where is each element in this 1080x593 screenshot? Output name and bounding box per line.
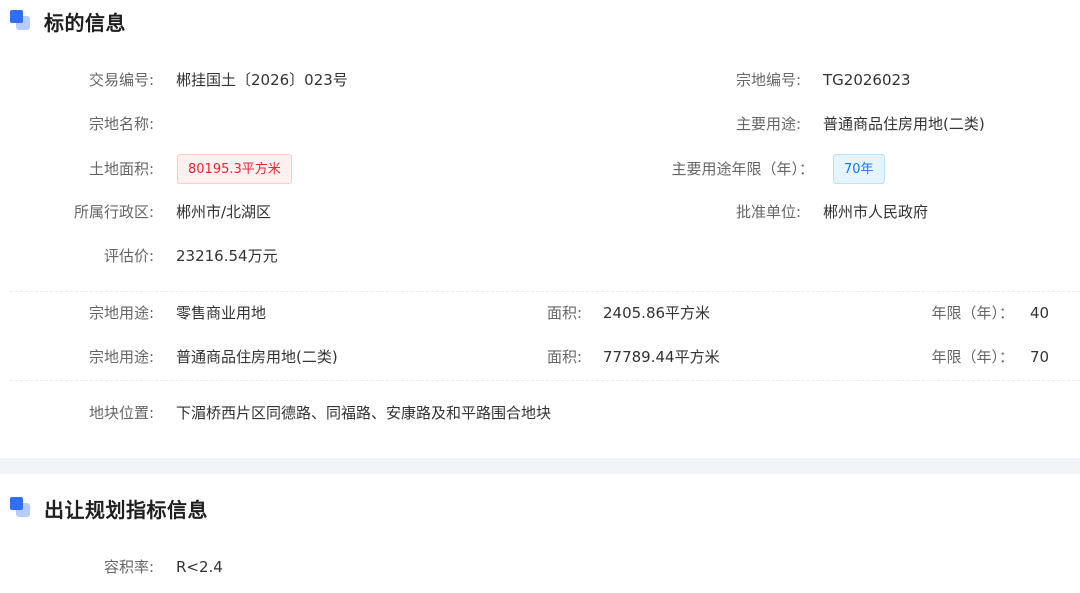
district-value: 郴州市/北湖区 xyxy=(176,203,272,221)
valuation-label: 评估价: xyxy=(103,247,154,265)
plot-ratio-label: 容积率: xyxy=(103,558,154,576)
plot-ratio-value: R<2.4 xyxy=(176,558,223,576)
planning-indicator-section: 出让规划指标信息 容积率: R<2.4 xyxy=(0,474,1080,593)
years-value: 40 xyxy=(1030,304,1050,322)
use-value: 零售商业用地 xyxy=(176,304,267,322)
section-header: 标的信息 xyxy=(10,6,126,36)
location-row: 地块位置: 下湄桥西片区同德路、同福路、安康路及和平路围合地块 xyxy=(0,398,1080,428)
use-value: 普通商品住房用地(二类) xyxy=(176,348,338,366)
info-row: 土地面积: 80195.3平方米 主要用途年限（年）： 70年 xyxy=(0,154,1080,184)
use-label: 宗地用途: xyxy=(88,304,154,322)
main-use-years-tag: 70年 xyxy=(833,154,885,184)
parcel-no-label: 宗地编号: xyxy=(735,71,801,89)
years-value: 70 xyxy=(1030,348,1050,366)
years-label: 年限（年）： xyxy=(931,304,1014,322)
info-row: 交易编号: 郴挂国土〔2026〕023号 宗地编号: TG2026023 xyxy=(0,65,1080,95)
location-value: 下湄桥西片区同德路、同福路、安康路及和平路围合地块 xyxy=(176,404,552,422)
info-row: 评估价: 23216.54万元 xyxy=(0,241,1080,271)
section-title: 出让规划指标信息 xyxy=(44,497,208,522)
land-area-tag: 80195.3平方米 xyxy=(177,154,292,184)
use-label: 宗地用途: xyxy=(88,348,154,366)
main-use-years-label: 主要用途年限（年）： xyxy=(671,160,814,178)
area-label: 面积: xyxy=(546,304,582,322)
location-label: 地块位置: xyxy=(88,404,154,422)
main-use-value: 普通商品住房用地(二类) xyxy=(823,115,985,133)
area-value: 77789.44平方米 xyxy=(603,348,720,366)
valuation-value: 23216.54万元 xyxy=(176,247,278,265)
trade-no-label: 交易编号: xyxy=(88,71,154,89)
target-info-section: 标的信息 交易编号: 郴挂国土〔2026〕023号 宗地编号: TG202602… xyxy=(0,0,1080,458)
parcel-no-value: TG2026023 xyxy=(823,71,911,89)
district-label: 所属行政区: xyxy=(73,203,154,221)
info-row: 宗地名称: 主要用途: 普通商品住房用地(二类) xyxy=(0,109,1080,139)
info-row: 所属行政区: 郴州市/北湖区 批准单位: 郴州市人民政府 xyxy=(0,197,1080,227)
section-gap xyxy=(0,458,1080,474)
trade-no-value: 郴挂国土〔2026〕023号 xyxy=(176,71,348,89)
main-use-label: 主要用途: xyxy=(735,115,801,133)
section-title: 标的信息 xyxy=(44,10,126,35)
divider xyxy=(10,380,1080,381)
approver-label: 批准单位: xyxy=(735,203,801,221)
use-row: 宗地用途: 零售商业用地 面积: 2405.86平方米 年限（年）： 40 xyxy=(0,298,1080,328)
years-label: 年限（年）： xyxy=(931,348,1014,366)
section-square-icon xyxy=(10,10,34,32)
parcel-name-label: 宗地名称: xyxy=(88,115,154,133)
land-area-label: 土地面积: xyxy=(88,160,154,178)
area-label: 面积: xyxy=(546,348,582,366)
divider xyxy=(10,291,1080,292)
area-value: 2405.86平方米 xyxy=(603,304,711,322)
section-header: 出让规划指标信息 xyxy=(10,493,208,523)
use-row: 宗地用途: 普通商品住房用地(二类) 面积: 77789.44平方米 年限（年）… xyxy=(0,342,1080,372)
section-square-icon xyxy=(10,497,34,519)
info-row: 容积率: R<2.4 xyxy=(0,552,1080,582)
approver-value: 郴州市人民政府 xyxy=(823,203,929,221)
